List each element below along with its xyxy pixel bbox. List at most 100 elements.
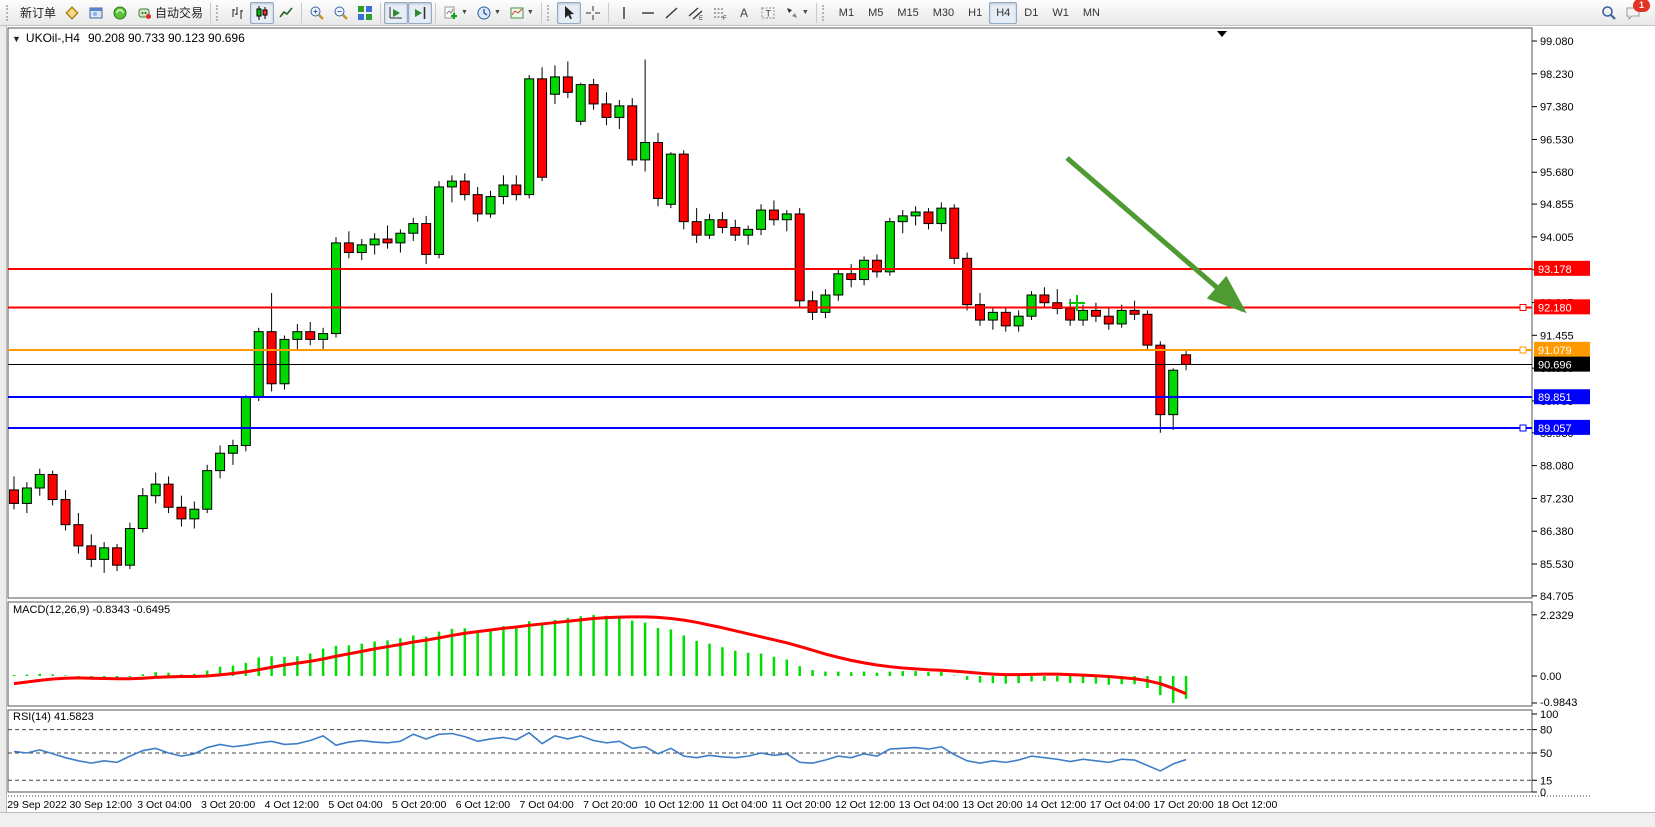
toolbar-drag-handle[interactable] (216, 5, 222, 21)
svg-text:50: 50 (1540, 748, 1552, 760)
svg-text:89.851: 89.851 (1538, 392, 1572, 404)
svg-text:F: F (723, 16, 727, 21)
svg-text:T: T (765, 8, 771, 18)
chart-shift-button[interactable] (408, 2, 432, 24)
search-button[interactable] (1597, 2, 1621, 24)
svg-text:88.080: 88.080 (1540, 461, 1574, 473)
svg-text:13 Oct 04:00: 13 Oct 04:00 (899, 799, 959, 811)
vertical-line-button[interactable] (612, 2, 636, 24)
svg-text:18 Oct 12:00: 18 Oct 12:00 (1217, 799, 1277, 811)
arrows-tool-icon (784, 5, 800, 21)
ohlc-readout: 90.208 90.733 90.123 90.696 (88, 31, 245, 45)
tile-windows-button[interactable] (353, 2, 377, 24)
chart-canvas[interactable]: 99.08098.23097.38096.53095.68094.85594.0… (0, 26, 1655, 827)
auto-scroll-button[interactable] (384, 2, 408, 24)
tile-windows-icon (357, 5, 373, 21)
indicators-button[interactable]: ▼ (439, 2, 472, 24)
toolbar-separator (301, 3, 302, 23)
chart-shift-icon (412, 5, 428, 21)
market-watch-button[interactable] (60, 2, 84, 24)
svg-text:7 Oct 04:00: 7 Oct 04:00 (519, 799, 573, 811)
equidistant-channel-button[interactable]: E (684, 2, 708, 24)
notifications-button[interactable]: 1 (1621, 2, 1645, 24)
svg-text:3 Oct 04:00: 3 Oct 04:00 (137, 799, 191, 811)
auto-scroll-icon (388, 5, 404, 21)
svg-text:11 Oct 04:00: 11 Oct 04:00 (708, 799, 768, 811)
auto-trading-label: 自动交易 (155, 4, 203, 21)
toolbar-drag-handle[interactable] (547, 5, 553, 21)
svg-text:94.855: 94.855 (1540, 199, 1574, 211)
timeframe-d1-button[interactable]: D1 (1017, 2, 1045, 24)
timeframe-mn-button[interactable]: MN (1076, 2, 1107, 24)
price-axis[interactable]: 99.08098.23097.38096.53095.68094.85594.0… (1532, 36, 1590, 603)
trendline-button[interactable] (660, 2, 684, 24)
horizontal-line-button[interactable] (636, 2, 660, 24)
line-chart-button[interactable] (274, 2, 298, 24)
arrows-tool-button[interactable]: ▼ (780, 2, 813, 24)
dropdown-arrow-icon: ▼ (494, 9, 501, 16)
dropdown-arrow-icon: ▼ (802, 9, 809, 16)
time-axis[interactable]: 29 Sep 202230 Sep 12:003 Oct 04:003 Oct … (7, 796, 1590, 811)
timeframe-w1-button[interactable]: W1 (1045, 2, 1076, 24)
svg-text:85.530: 85.530 (1540, 559, 1574, 571)
timeframe-h4-button[interactable]: H4 (989, 2, 1017, 24)
svg-text:6 Oct 12:00: 6 Oct 12:00 (456, 799, 510, 811)
timeframe-h1-button[interactable]: H1 (961, 2, 989, 24)
svg-text:92.180: 92.180 (1538, 302, 1572, 314)
new-order-label: 新订单 (20, 4, 56, 21)
blue-window-icon (88, 5, 104, 21)
svg-text:80: 80 (1540, 725, 1552, 737)
gold-rhombus-icon (64, 5, 80, 21)
svg-text:94.005: 94.005 (1540, 232, 1574, 244)
zoom-in-button[interactable] (305, 2, 329, 24)
window-bottom-edge (0, 812, 1655, 827)
periods-button[interactable]: ▼ (472, 2, 505, 24)
toolbar-drag-handle[interactable] (822, 5, 828, 21)
svg-text:93.178: 93.178 (1538, 264, 1572, 276)
svg-text:15: 15 (1540, 775, 1552, 787)
svg-text:3 Oct 20:00: 3 Oct 20:00 (201, 799, 255, 811)
equidistant-channel-icon: E (688, 5, 704, 21)
timeframe-m30-button[interactable]: M30 (926, 2, 961, 24)
crosshair-button[interactable] (581, 2, 605, 24)
text-button[interactable]: A (732, 2, 756, 24)
svg-text:90.696: 90.696 (1538, 360, 1572, 372)
svg-text:13 Oct 20:00: 13 Oct 20:00 (962, 799, 1022, 811)
navigator-button[interactable] (108, 2, 132, 24)
text-icon: A (736, 5, 752, 21)
auto-trading-button[interactable]: 自动交易 (132, 2, 207, 24)
svg-text:7 Oct 20:00: 7 Oct 20:00 (583, 799, 637, 811)
timeframe-m1-button[interactable]: M1 (832, 2, 861, 24)
svg-text:0: 0 (1540, 787, 1546, 799)
bar-chart-button[interactable] (226, 2, 250, 24)
timeframe-m15-button[interactable]: M15 (890, 2, 925, 24)
zoom-out-button[interactable] (329, 2, 353, 24)
candlestick-icon (254, 5, 270, 21)
data-window-button[interactable] (84, 2, 108, 24)
svg-text:5 Oct 04:00: 5 Oct 04:00 (328, 799, 382, 811)
zoom-out-icon (333, 5, 349, 21)
dropdown-arrow-icon: ▼ (527, 9, 534, 16)
one-click-collapse-icon[interactable]: ▼ (12, 34, 21, 44)
text-label-button[interactable]: T (756, 2, 780, 24)
toolbar-drag-handle[interactable] (6, 5, 12, 21)
templates-button[interactable]: ▼ (505, 2, 538, 24)
main-toolbar: 新订单 (0, 0, 1655, 26)
auto-trading-icon (136, 5, 152, 21)
svg-text:2.2329: 2.2329 (1540, 610, 1574, 622)
candlestick-chart-button[interactable] (250, 2, 274, 24)
svg-text:30 Sep 12:00: 30 Sep 12:00 (69, 799, 132, 811)
fibonacci-button[interactable]: F (708, 2, 732, 24)
new-order-button[interactable]: 新订单 (16, 2, 60, 24)
svg-text:14 Oct 12:00: 14 Oct 12:00 (1026, 799, 1086, 811)
chart-title: ▼UKOil-,H490.208 90.733 90.123 90.696 (12, 31, 245, 45)
timeframe-m5-button[interactable]: M5 (861, 2, 890, 24)
bar-chart-icon (230, 5, 246, 21)
green-orb-icon (112, 5, 128, 21)
toolbar-separator (816, 3, 817, 23)
svg-text:98.230: 98.230 (1540, 69, 1574, 81)
macd-indicator-label: MACD(12,26,9) -0.8343 -0.6495 (13, 604, 170, 616)
svg-text:11 Oct 20:00: 11 Oct 20:00 (772, 799, 832, 811)
cursor-button[interactable] (557, 2, 581, 24)
svg-text:96.530: 96.530 (1540, 134, 1574, 146)
